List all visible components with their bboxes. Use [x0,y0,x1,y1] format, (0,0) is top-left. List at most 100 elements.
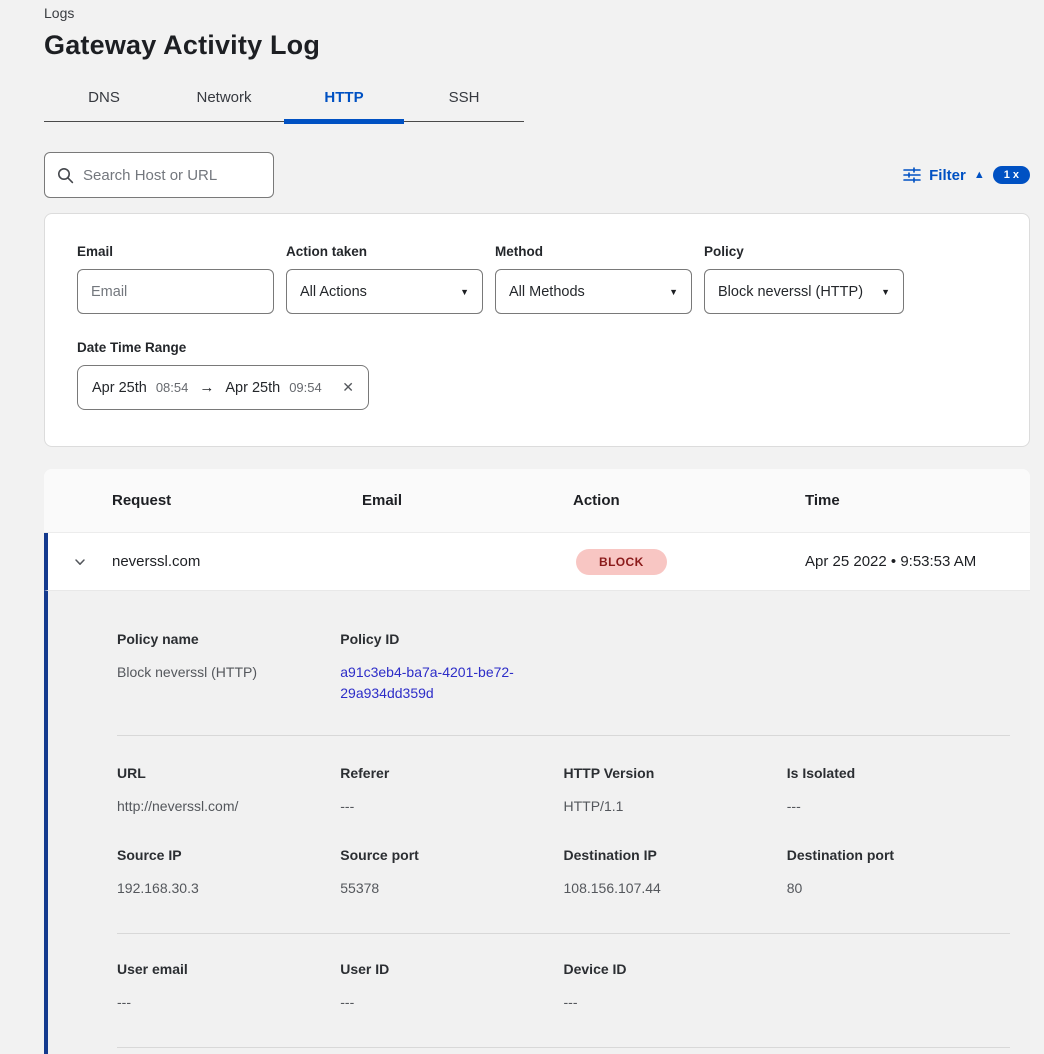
table-row[interactable]: neverssl.com BLOCK Apr 25 2022 • 9:53:53… [44,533,1030,591]
policy-value: Block neverssl (HTTP) [718,284,863,300]
source-ip-field: Source IP 192.168.30.3 [117,847,340,899]
is-isolated-field: Is Isolated --- [787,765,1010,817]
device-id-value: --- [564,992,787,1013]
policy-field: Policy Block neverssl (HTTP) ▼ [704,244,904,314]
device-id-field: Device ID --- [564,961,787,1013]
source-port-field: Source port 55378 [340,847,563,899]
source-ip-value: 192.168.30.3 [117,878,340,899]
source-port-label: Source port [340,847,563,863]
section-divider [117,1047,1010,1048]
policy-id-label: Policy ID [340,631,563,647]
tab-http[interactable]: HTTP [284,77,404,121]
start-time: 08:54 [156,380,189,395]
column-header-request: Request [112,492,362,509]
destination-ip-field: Destination IP 108.156.107.44 [564,847,787,899]
action-taken-label: Action taken [286,244,483,259]
email-label: Email [77,244,274,259]
column-header-action: Action [573,492,805,509]
referer-value: --- [340,796,563,817]
user-email-value: --- [117,992,340,1013]
tab-underline [44,121,524,122]
email-field: Email [77,244,274,314]
http-version-label: HTTP Version [564,765,787,781]
http-version-field: HTTP Version HTTP/1.1 [564,765,787,817]
referer-label: Referer [340,765,563,781]
policy-id-field: Policy ID a91c3eb4-ba7a-4201-be72-29a934… [340,631,563,704]
device-id-label: Device ID [564,961,787,977]
date-time-range-field: Date Time Range Apr 25th 08:54 → Apr 25t… [77,340,997,410]
search-icon [57,167,74,184]
method-value: All Methods [509,284,585,300]
date-range-picker[interactable]: Apr 25th 08:54 → Apr 25th 09:54 ✕ [77,365,369,410]
arrow-right-icon: → [197,379,216,396]
expanded-row-detail: Policy name Block neverssl (HTTP) Policy… [44,591,1030,1054]
tab-bar: DNS Network HTTP SSH [44,77,524,121]
page-container: Logs Gateway Activity Log DNS Network HT… [44,0,1030,1054]
table-header-row: Request Email Action Time [44,469,1030,533]
user-email-field: User email --- [117,961,340,1013]
destination-ip-label: Destination IP [564,847,787,863]
column-header-time: Time [805,492,1030,509]
is-isolated-value: --- [787,796,1010,817]
url-label: URL [117,765,340,781]
toolbar: Filter ▲ 1 x [44,152,1030,198]
log-table: Request Email Action Time neverssl.com B… [44,469,1030,1054]
policy-label: Policy [704,244,904,259]
http-version-value: HTTP/1.1 [564,796,787,817]
destination-ip-value: 108.156.107.44 [564,878,787,899]
time-cell: Apr 25 2022 • 9:53:53 AM [805,553,1030,570]
action-taken-select[interactable]: All Actions ▼ [286,269,483,314]
chevron-down-icon [72,554,88,570]
end-date: Apr 25th [225,380,280,396]
policy-name-field: Policy name Block neverssl (HTTP) [117,631,340,704]
filter-icon [903,167,921,183]
start-date: Apr 25th [92,380,147,396]
user-id-label: User ID [340,961,563,977]
search-box[interactable] [44,152,274,198]
chevron-down-icon: ▼ [881,287,890,297]
http-section: URL http://neverssl.com/ Referer --- HTT… [117,765,1010,817]
filter-label: Filter [929,167,966,184]
user-id-value: --- [340,992,563,1013]
policy-section: Policy name Block neverssl (HTTP) Policy… [117,631,1010,704]
tab-network[interactable]: Network [164,77,284,121]
tab-ssh[interactable]: SSH [404,77,524,121]
collapse-caret-icon: ▲ [974,169,985,181]
section-divider [117,933,1010,934]
section-divider [117,735,1010,736]
referer-field: Referer --- [340,765,563,817]
is-isolated-label: Is Isolated [787,765,1010,781]
source-ip-label: Source IP [117,847,340,863]
policy-id-link[interactable]: a91c3eb4-ba7a-4201-be72-29a934dd359d [340,662,540,704]
request-cell: neverssl.com [112,553,362,570]
column-header-email: Email [362,492,573,509]
email-input[interactable] [91,284,260,300]
destination-port-field: Destination port 80 [787,847,1010,899]
action-taken-field: Action taken All Actions ▼ [286,244,483,314]
chevron-down-icon: ▼ [460,287,469,297]
search-input[interactable] [83,167,282,184]
action-taken-value: All Actions [300,284,367,300]
filter-fields-row: Email Action taken All Actions ▼ Method … [77,244,997,314]
page-title: Gateway Activity Log [44,30,1030,61]
method-select[interactable]: All Methods ▼ [495,269,692,314]
policy-select[interactable]: Block neverssl (HTTP) ▼ [704,269,904,314]
method-label: Method [495,244,692,259]
method-field: Method All Methods ▼ [495,244,692,314]
policy-name-label: Policy name [117,631,340,647]
row-expander[interactable] [48,554,112,570]
policy-name-value: Block neverssl (HTTP) [117,662,340,683]
user-email-label: User email [117,961,340,977]
active-tab-indicator [284,119,404,124]
user-section: User email --- User ID --- Device ID --- [117,961,1010,1013]
clear-date-range-icon[interactable]: ✕ [342,379,354,396]
action-cell: BLOCK [573,549,805,575]
tab-dns[interactable]: DNS [44,77,164,121]
source-port-value: 55378 [340,878,563,899]
filter-count-badge[interactable]: 1 x [993,166,1030,184]
email-input-wrap[interactable] [77,269,274,314]
filter-toggle[interactable]: Filter ▲ 1 x [903,166,1030,184]
block-status-badge: BLOCK [576,549,667,575]
network-section: Source IP 192.168.30.3 Source port 55378… [117,847,1010,899]
user-id-field: User ID --- [340,961,563,1013]
